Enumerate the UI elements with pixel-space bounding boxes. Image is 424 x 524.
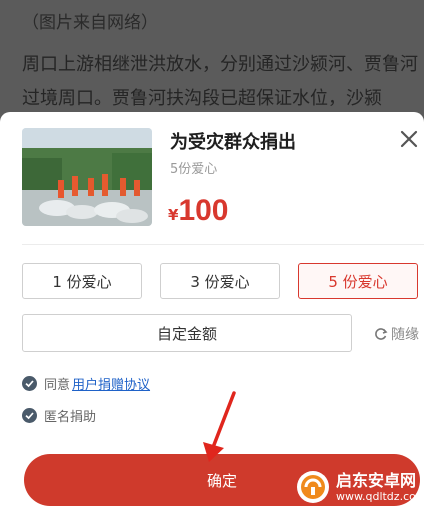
option-1-share[interactable]: 1 份爱心 bbox=[22, 263, 142, 299]
watermark-name: 启东安卓网 bbox=[336, 470, 417, 490]
red-arrow-annotation bbox=[203, 391, 236, 462]
anonymous-label: 匿名捐助 bbox=[44, 410, 97, 425]
agreement-row: 同意 用户捐赠协议 bbox=[22, 374, 150, 393]
watermark-logo-icon bbox=[297, 471, 329, 503]
donation-agreement-link[interactable]: 用户捐赠协议 bbox=[72, 374, 150, 393]
close-icon[interactable] bbox=[398, 128, 420, 150]
donation-sheet: 为受灾群众捐出 5份爱心 ¥100 1 份爱心 3 份爱心 5 份爱心 自定金额… bbox=[0, 112, 424, 524]
watermark: 启东安卓网 www.qdltdz.com bbox=[296, 470, 424, 504]
anonymous-row: 匿名捐助 bbox=[22, 406, 96, 425]
agree-text: 同意 bbox=[44, 378, 71, 393]
donation-title: 为受灾群众捐出 bbox=[170, 132, 296, 153]
amount-value: 100 bbox=[178, 194, 229, 227]
option-5-share[interactable]: 5 份爱心 bbox=[298, 263, 418, 299]
random-label: 随缘 bbox=[391, 327, 419, 343]
image-caption: （图片来自网络） bbox=[22, 13, 158, 33]
article-background: （图片来自网络） 周口上游相继泄洪放水，分别通过沙颍河、贾鲁河过境周口。贾鲁河扶… bbox=[0, 0, 424, 130]
random-amount-button[interactable]: 随缘 bbox=[374, 324, 419, 344]
check-circle-icon[interactable] bbox=[22, 408, 37, 423]
divider bbox=[22, 244, 424, 245]
donation-amount: ¥100 bbox=[168, 194, 229, 228]
project-thumbnail bbox=[22, 128, 152, 226]
currency-symbol: ¥ bbox=[168, 206, 179, 224]
refresh-icon bbox=[375, 328, 388, 340]
custom-amount-button[interactable]: 自定金额 bbox=[22, 314, 352, 352]
selected-share-label: 5份爱心 bbox=[170, 162, 218, 177]
watermark-url: www.qdltdz.com bbox=[336, 489, 424, 503]
option-3-share[interactable]: 3 份爱心 bbox=[160, 263, 280, 299]
check-circle-icon[interactable] bbox=[22, 376, 37, 391]
article-paragraph: 周口上游相继泄洪放水，分别通过沙颍河、贾鲁河过境周口。贾鲁河扶沟段已超保证水位，… bbox=[22, 54, 418, 109]
